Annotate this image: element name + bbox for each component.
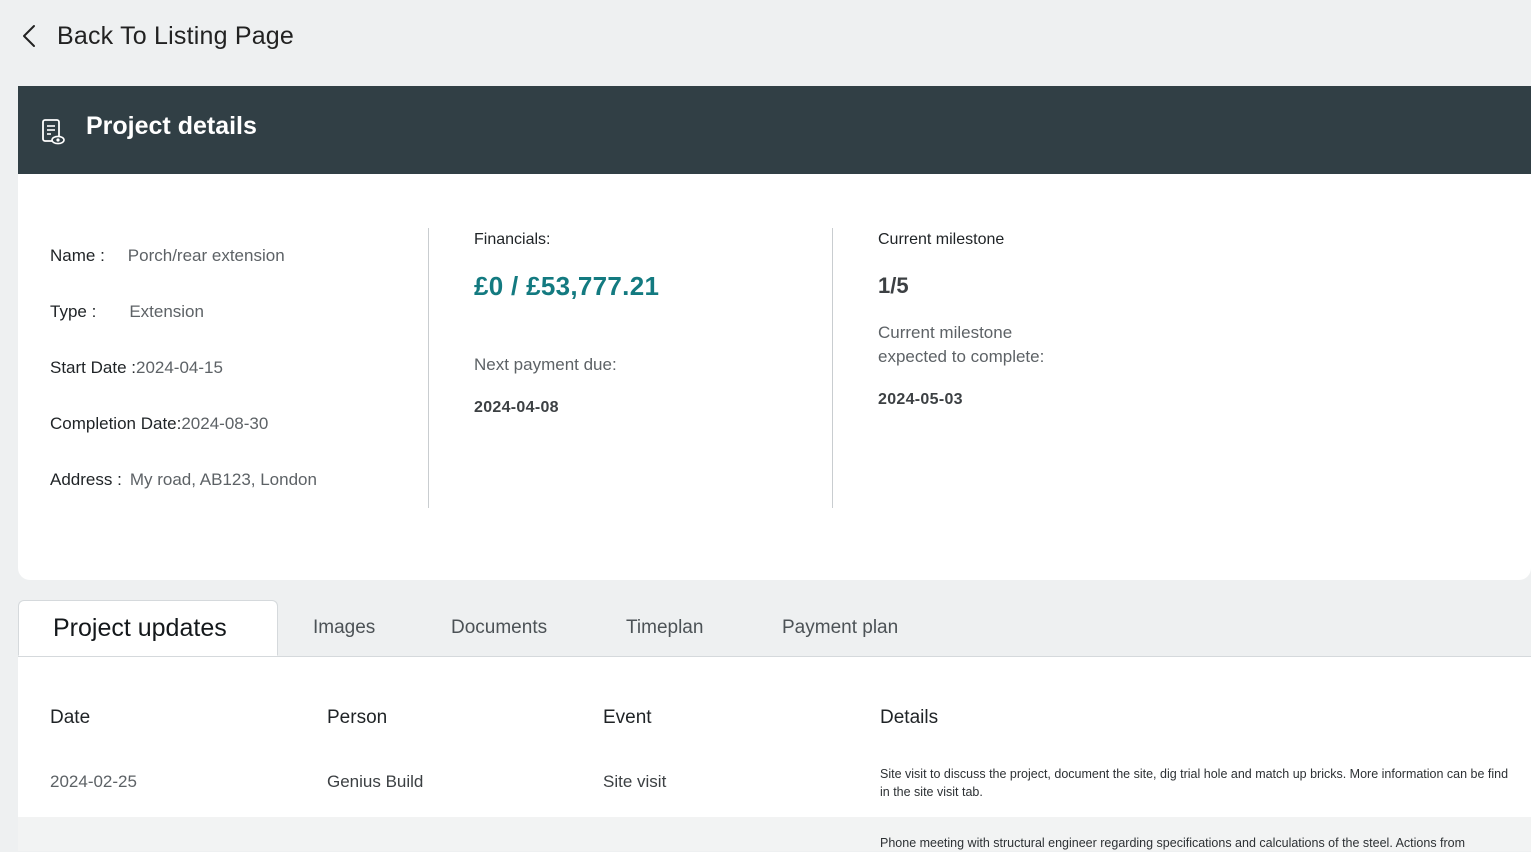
milestone-title: Current milestone [878, 231, 1005, 248]
table-row[interactable]: Phone meeting with structural engineer r… [18, 817, 1531, 851]
back-to-listing-link[interactable]: Back To Listing Page [18, 18, 294, 54]
info-value: Extension [129, 302, 204, 321]
tab-images[interactable]: Images [313, 600, 375, 656]
milestone-count: 1/5 [878, 273, 909, 298]
column-divider [832, 228, 833, 508]
row-details: Phone meeting with structural engineer r… [880, 836, 1466, 850]
financials-amount: £0 / £53,777.21 [474, 271, 660, 301]
tab-bar: Project updates Images Documents Timepla… [18, 600, 1531, 657]
financials-title: Financials: [474, 231, 551, 248]
row-person: Genius Build [327, 772, 424, 791]
row-event: Site visit [603, 772, 667, 791]
tab-payment-plan[interactable]: Payment plan [782, 600, 898, 656]
card-header: Project details [18, 86, 1531, 174]
info-label: Type : [50, 302, 97, 321]
info-label: Address : [50, 470, 122, 489]
tab-documents[interactable]: Documents [451, 600, 547, 656]
info-type: Type : Extension [50, 302, 204, 322]
tab-project-updates[interactable]: Project updates [18, 600, 278, 656]
column-header-details: Details [880, 707, 939, 728]
info-label: Completion Date: [50, 414, 182, 433]
info-start-date: Start Date :2024-04-15 [50, 358, 223, 378]
table-row[interactable]: 2024-02-25 Genius Build Site visit Site … [18, 755, 1531, 817]
project-details-card: Project details Name : Porch/rear extensi… [18, 86, 1531, 580]
chevron-left-icon [18, 22, 40, 50]
info-label: Start Date : [50, 358, 136, 377]
next-payment-date: 2024-04-08 [474, 399, 559, 416]
column-header-person: Person [327, 707, 388, 728]
column-divider [428, 228, 429, 508]
card-title: Project details [86, 111, 257, 140]
document-view-icon [40, 117, 66, 147]
updates-table: Date Person Event Details 2024-02-25 Gen… [18, 657, 1531, 851]
back-link-label: Back To Listing Page [57, 21, 295, 50]
column-header-date: Date [50, 707, 91, 728]
info-name: Name : Porch/rear extension [50, 246, 285, 266]
column-header-event: Event [603, 707, 652, 728]
info-value: My road, AB123, London [129, 470, 317, 489]
row-details: Site visit to discuss the project, docum… [880, 767, 1509, 799]
info-value: 2024-04-15 [135, 358, 223, 377]
info-value: 2024-08-30 [181, 414, 269, 433]
tab-timeplan[interactable]: Timeplan [626, 600, 703, 656]
milestone-expected-line1: Current milestone [878, 323, 1013, 342]
info-value: Porch/rear extension [127, 246, 285, 265]
info-label: Name : [50, 246, 105, 265]
milestone-expected-date: 2024-05-03 [878, 391, 963, 408]
info-address: Address : My road, AB123, London [50, 470, 317, 490]
next-payment-label: Next payment due: [474, 355, 617, 374]
info-completion-date: Completion Date:2024-08-30 [50, 414, 268, 434]
milestone-expected-line2: expected to complete: [878, 347, 1045, 366]
row-date: 2024-02-25 [50, 772, 137, 791]
